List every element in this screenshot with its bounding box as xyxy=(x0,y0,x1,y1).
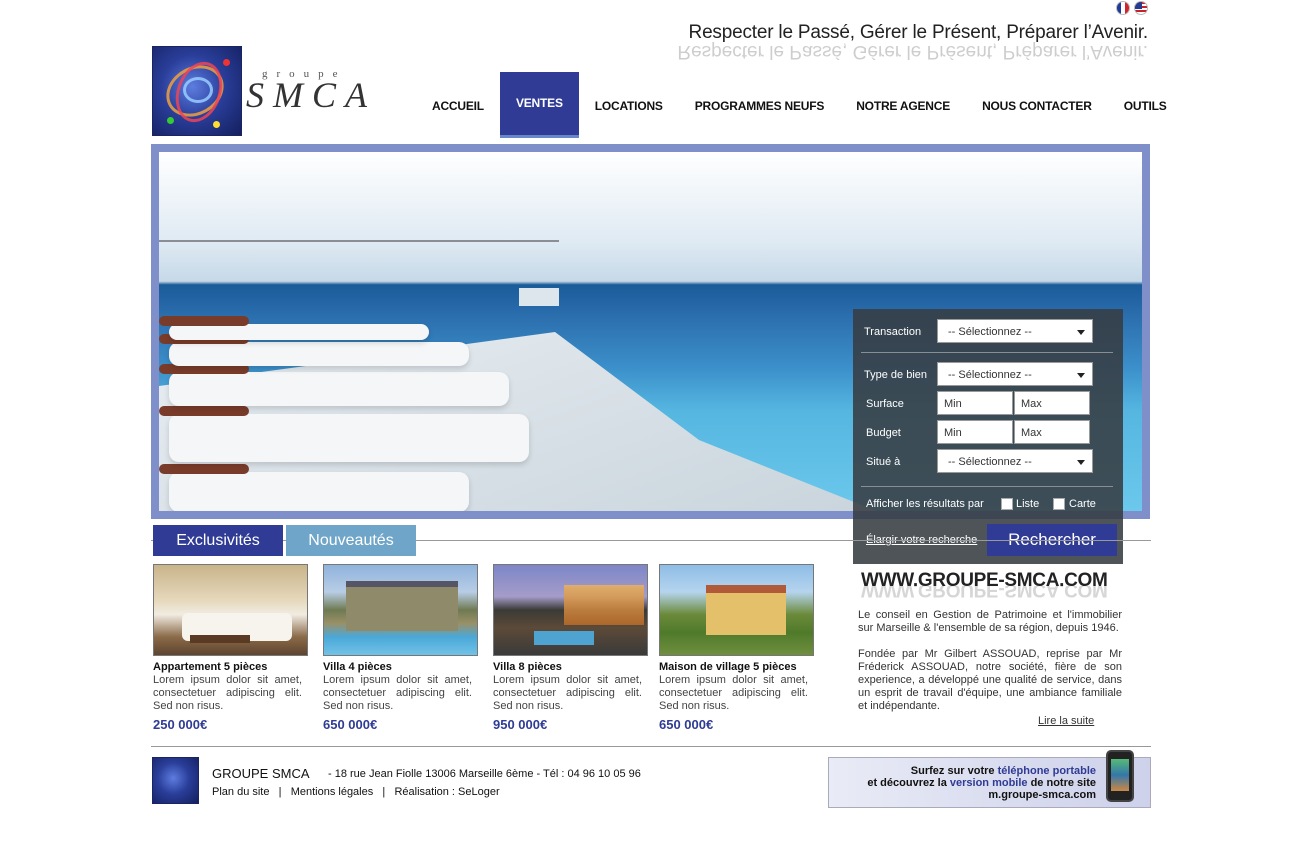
listing-title[interactable]: Maison de village 5 pièces xyxy=(659,661,814,673)
situe-label: Situé à xyxy=(866,456,901,468)
listing-desc: Lorem ipsum dolor sit amet, consectetuer… xyxy=(659,674,808,712)
nav-programmes-neufs[interactable]: PROGRAMMES NEUFS xyxy=(679,72,840,138)
listing-desc: Lorem ipsum dolor sit amet, consectetuer… xyxy=(153,674,302,712)
footer-links: Plan du site | Mentions légales | Réalis… xyxy=(212,786,500,798)
about-paragraph-2: Fondée par Mr Gilbert ASSOUAD, reprise p… xyxy=(858,648,1122,712)
listing-photo[interactable] xyxy=(493,564,648,656)
search-panel: Transaction -- Sélectionnez -- Type de b… xyxy=(853,309,1123,564)
realisation-link[interactable]: Réalisation : SeLoger xyxy=(394,786,499,798)
footer-logo xyxy=(152,757,199,804)
listing-card[interactable]: Appartement 5 pièces Lorem ipsum dolor s… xyxy=(153,564,308,732)
site-url-reflection: WWW.GROUPE-SMCA.COM xyxy=(861,586,1108,600)
listing-card[interactable]: Villa 8 pièces Lorem ipsum dolor sit ame… xyxy=(493,564,648,732)
logo[interactable] xyxy=(152,46,242,136)
surface-min-input[interactable]: Min xyxy=(937,391,1013,415)
nav-ventes[interactable]: VENTES xyxy=(499,72,579,138)
liste-checkbox[interactable] xyxy=(1001,498,1013,510)
mobile-text: de notre site xyxy=(1027,777,1096,789)
listing-title[interactable]: Appartement 5 pièces xyxy=(153,661,308,673)
mentions-legales-link[interactable]: Mentions légales xyxy=(291,786,374,798)
mobile-text: et découvrez la xyxy=(867,777,950,789)
flag-en-icon[interactable] xyxy=(1134,1,1148,15)
mobile-url: m.groupe-smca.com xyxy=(988,789,1096,801)
tab-nouveautes[interactable]: Nouveautés xyxy=(286,525,416,556)
listing-price: 950 000€ xyxy=(493,717,548,732)
budget-max-input[interactable]: Max xyxy=(1014,420,1090,444)
listing-price: 650 000€ xyxy=(323,717,378,732)
lire-la-suite-link[interactable]: Lire la suite xyxy=(1038,715,1094,727)
footer-address: - 18 rue Jean Fiolle 13006 Marseille 6èm… xyxy=(328,768,641,780)
budget-label: Budget xyxy=(866,427,901,439)
footer-separator: | xyxy=(382,786,386,798)
smartphone-icon xyxy=(1106,750,1134,802)
listing-photo[interactable] xyxy=(153,564,308,656)
liste-label: Liste xyxy=(1016,498,1040,510)
transaction-select[interactable]: -- Sélectionnez -- xyxy=(937,319,1093,343)
surface-label: Surface xyxy=(866,398,904,410)
mobile-text: Surfez sur votre xyxy=(910,765,998,777)
listing-title[interactable]: Villa 8 pièces xyxy=(493,661,648,673)
nav-locations[interactable]: LOCATIONS xyxy=(579,72,679,138)
mobile-highlight: téléphone portable xyxy=(997,765,1096,777)
main-nav: ACCUEIL VENTES LOCATIONS PROGRAMMES NEUF… xyxy=(416,72,1183,138)
logo-text-smca: SMCA xyxy=(246,75,376,115)
footer-company: GROUPE SMCA xyxy=(212,766,310,781)
about-text: Le conseil en Gestion de Patrimoine et l… xyxy=(858,609,1122,726)
carte-label: Carte xyxy=(1069,498,1096,510)
listing-price: 250 000€ xyxy=(153,717,208,732)
budget-min-input[interactable]: Min xyxy=(937,420,1013,444)
tab-exclusivites[interactable]: Exclusivités xyxy=(153,525,283,556)
footer-divider xyxy=(151,746,1151,747)
nav-outils[interactable]: OUTILS xyxy=(1108,72,1183,138)
nav-notre-agence[interactable]: NOTRE AGENCE xyxy=(840,72,966,138)
type-bien-select[interactable]: -- Sélectionnez -- xyxy=(937,362,1093,386)
mobile-highlight: version mobile xyxy=(949,777,1028,789)
surface-max-input[interactable]: Max xyxy=(1014,391,1090,415)
plan-du-site-link[interactable]: Plan du site xyxy=(212,786,269,798)
listing-desc: Lorem ipsum dolor sit amet, consectetuer… xyxy=(493,674,642,712)
mobile-site-banner[interactable]: Surfez sur votre téléphone portable et d… xyxy=(828,750,1151,808)
afficher-label: Afficher les résultats par xyxy=(866,498,984,510)
listing-desc: Lorem ipsum dolor sit amet, consectetuer… xyxy=(323,674,472,712)
listing-title[interactable]: Villa 4 pièces xyxy=(323,661,478,673)
slogan-reflection: Respecter le Passé, Gérer le Présent, Pr… xyxy=(677,41,1148,62)
listing-photo[interactable] xyxy=(659,564,814,656)
situe-select[interactable]: -- Sélectionnez -- xyxy=(937,449,1093,473)
listing-photo[interactable] xyxy=(323,564,478,656)
listing-price: 650 000€ xyxy=(659,717,714,732)
carte-checkbox[interactable] xyxy=(1053,498,1065,510)
listing-card[interactable]: Villa 4 pièces Lorem ipsum dolor sit ame… xyxy=(323,564,478,732)
footer-separator: | xyxy=(278,786,282,798)
nav-accueil[interactable]: ACCUEIL xyxy=(416,72,500,138)
type-bien-label: Type de bien xyxy=(864,369,927,381)
transaction-label: Transaction xyxy=(864,326,922,338)
about-paragraph-1: Le conseil en Gestion de Patrimoine et l… xyxy=(858,609,1122,634)
nav-nous-contacter[interactable]: NOUS CONTACTER xyxy=(966,72,1108,138)
flag-fr-icon[interactable] xyxy=(1116,1,1130,15)
listing-card[interactable]: Maison de village 5 pièces Lorem ipsum d… xyxy=(659,564,814,732)
